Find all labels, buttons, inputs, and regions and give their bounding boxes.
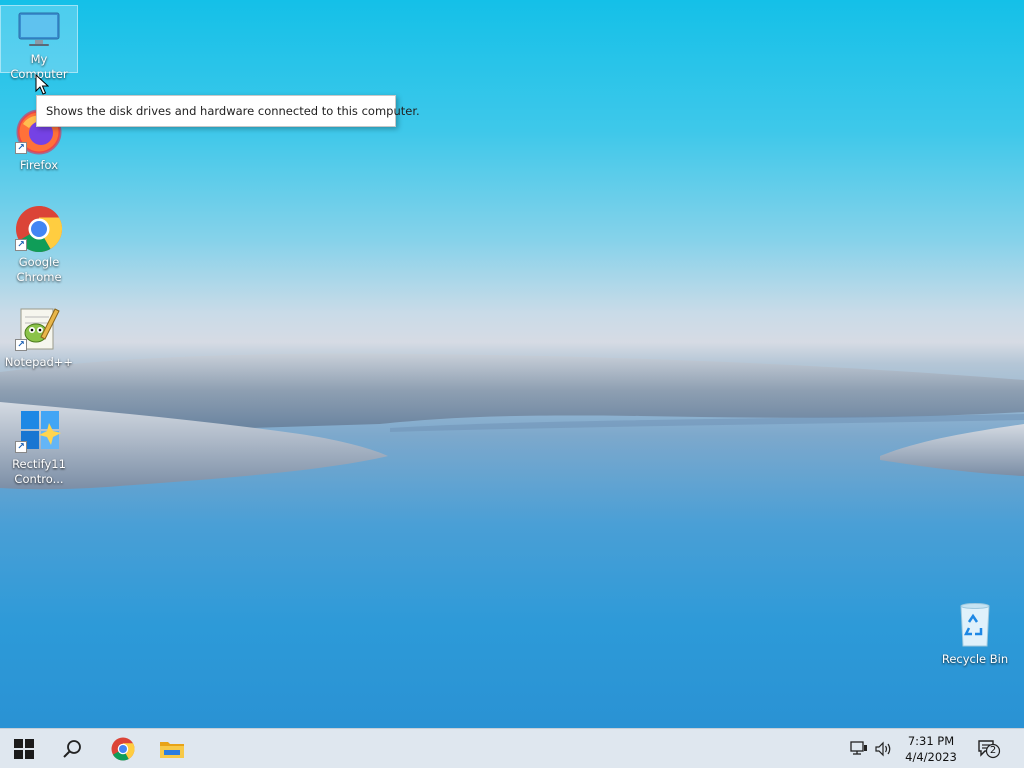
taskbar-chrome-button[interactable] [107, 733, 139, 765]
search-button[interactable] [56, 733, 88, 765]
desktop-icon-label: Firefox [19, 158, 59, 172]
mouse-cursor-icon [35, 74, 49, 95]
recycle-bin-icon [951, 602, 999, 650]
taskbar-clock[interactable]: 7:31 PM 4/4/2023 [896, 733, 966, 765]
monitor-icon [15, 10, 63, 50]
notepadpp-icon: ↗ [15, 305, 63, 353]
desktop-icon-my-computer[interactable]: My Computer [0, 5, 78, 81]
shortcut-arrow-icon: ↗ [15, 142, 27, 154]
desktop-icon-label: Recycle Bin [941, 652, 1009, 666]
taskbar: 7:31 PM 4/4/2023 2 [0, 728, 1024, 768]
tooltip-text: Shows the disk drives and hardware conne… [46, 104, 420, 118]
desktop-icon-notepadpp[interactable]: ↗ Notepad++ [0, 305, 78, 370]
network-icon[interactable] [850, 741, 868, 757]
notification-count-badge: 2 [989, 745, 997, 756]
clock-time: 7:31 PM [907, 734, 955, 748]
taskbar-file-explorer-button[interactable] [156, 733, 188, 765]
windows-start-icon [14, 739, 34, 759]
clock-date: 4/4/2023 [905, 750, 957, 764]
rectify11-icon: ↗ [15, 407, 63, 455]
tooltip: Shows the disk drives and hardware conne… [36, 95, 420, 127]
desktop[interactable]: My Computer ↗ Firefox ↗ Google Chrome ↗ … [0, 0, 1024, 728]
desktop-icon-label: Google Chrome [16, 255, 62, 284]
desktop-icon-label: Rectify11 Contro... [12, 457, 66, 486]
chrome-icon: ↗ [15, 205, 63, 253]
desktop-icon-google-chrome[interactable]: ↗ Google Chrome [0, 205, 78, 285]
start-button[interactable] [8, 733, 40, 765]
volume-icon[interactable] [875, 741, 893, 757]
desktop-icon-rectify11[interactable]: ↗ Rectify11 Contro... [0, 407, 78, 487]
shortcut-arrow-icon: ↗ [15, 441, 27, 453]
search-icon [63, 740, 81, 758]
desktop-icon-recycle-bin[interactable]: Recycle Bin [936, 602, 1014, 667]
shortcut-arrow-icon: ↗ [15, 239, 27, 251]
desktop-icon-label: Notepad++ [4, 355, 74, 369]
chrome-icon [111, 737, 135, 761]
folder-icon [160, 742, 184, 758]
notification-center-button[interactable]: 2 [976, 737, 1002, 761]
shortcut-arrow-icon: ↗ [15, 339, 27, 351]
